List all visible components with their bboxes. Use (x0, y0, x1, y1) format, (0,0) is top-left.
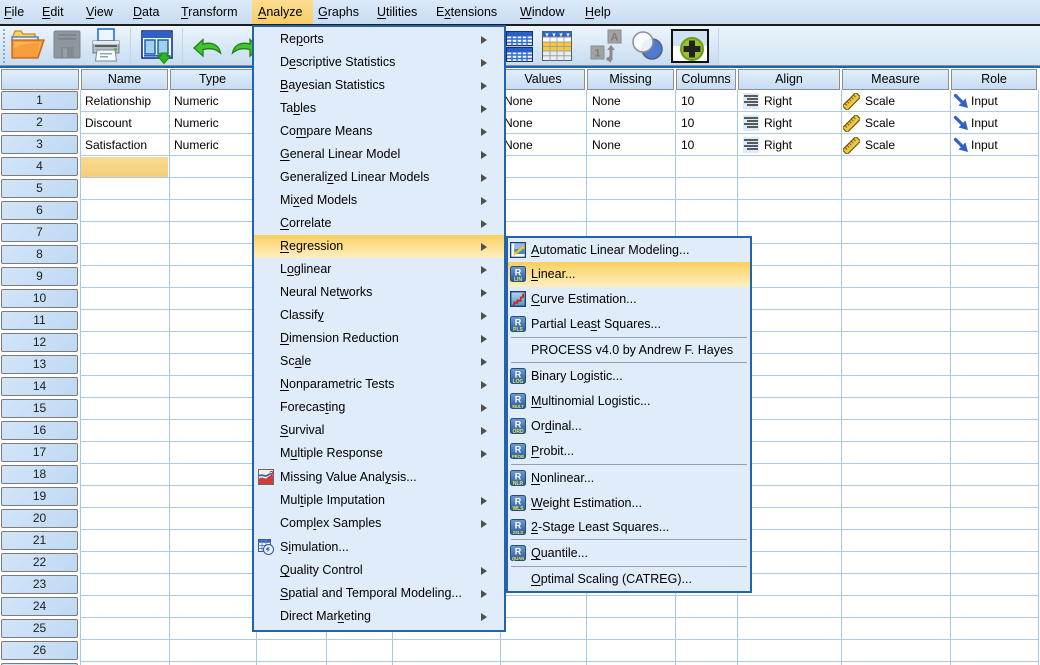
svg-text:LOG: LOG (513, 379, 524, 384)
svg-text:R: R (515, 445, 522, 455)
svg-text:R: R (515, 395, 522, 405)
svg-text:QUAN: QUAN (512, 556, 524, 561)
svg-text:1: 1 (594, 48, 600, 60)
svg-text:R: R (515, 472, 522, 482)
svg-text:LIN: LIN (514, 277, 522, 282)
svg-text:R: R (515, 268, 522, 278)
svg-text:R: R (515, 318, 522, 328)
svg-text:NLR: NLR (513, 481, 524, 486)
svg-text:PROB: PROB (512, 454, 524, 459)
svg-text:ORD: ORD (512, 429, 524, 434)
svg-text:R: R (515, 497, 522, 507)
svg-text:R: R (515, 370, 522, 380)
svg-text:R: R (515, 420, 522, 430)
svg-text:?: ? (269, 469, 274, 478)
svg-text:MULT: MULT (512, 404, 524, 409)
svg-text:2SLS: 2SLS (513, 530, 524, 535)
svg-text:R: R (515, 521, 522, 531)
svg-text:WLS: WLS (512, 506, 524, 511)
svg-text:A: A (611, 32, 619, 44)
svg-text:PLS: PLS (513, 327, 523, 332)
svg-text:R: R (515, 547, 522, 557)
